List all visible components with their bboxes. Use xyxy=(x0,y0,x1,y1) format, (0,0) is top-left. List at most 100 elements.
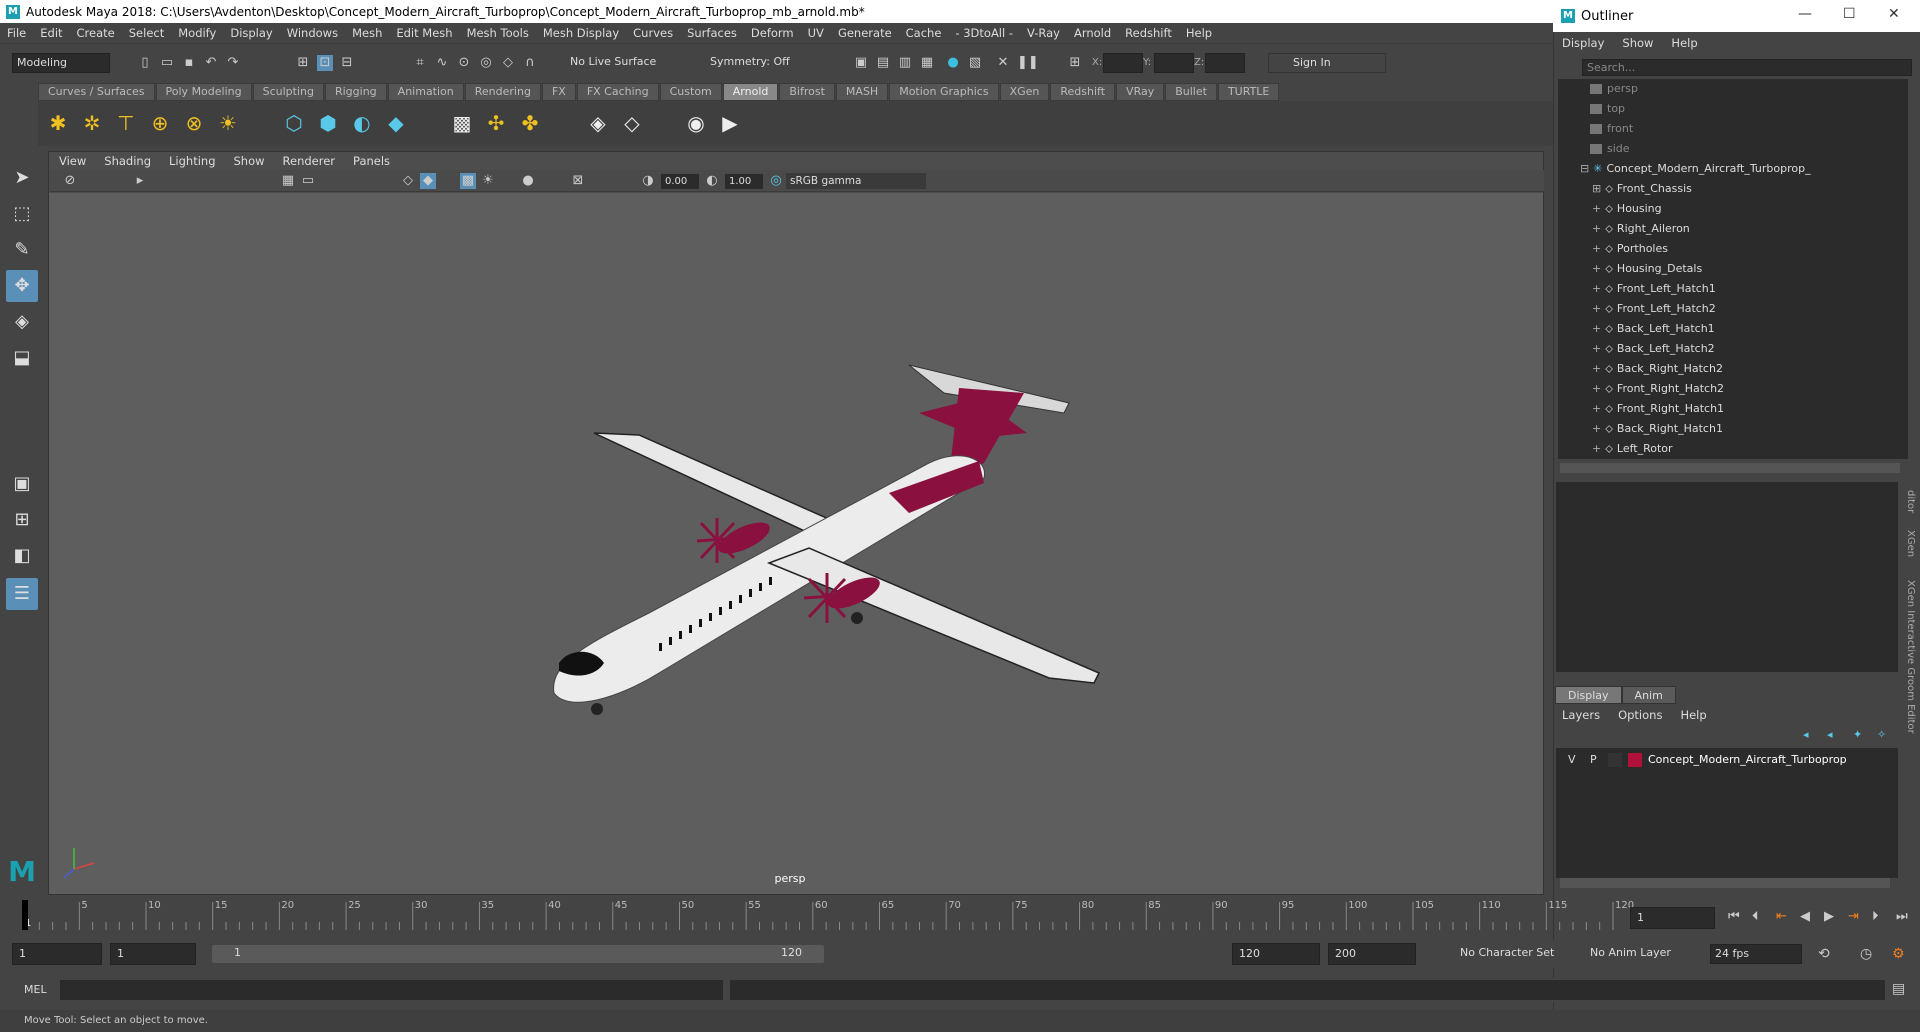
live-surface-field[interactable]: No Live Surface xyxy=(566,53,666,73)
layer-menu-help[interactable]: Help xyxy=(1671,705,1715,725)
menu-3dtoall[interactable]: - 3DtoAll - xyxy=(948,26,1020,40)
layer-color-swatch[interactable] xyxy=(1628,753,1642,767)
tree-item-front-right-hatch2[interactable]: + ⬦ Front_Right_Hatch2 xyxy=(1592,379,1920,399)
shelf-tab-arnold[interactable]: Arnold xyxy=(722,83,779,101)
menu-redshift[interactable]: Redshift xyxy=(1118,26,1179,40)
menu-select[interactable]: Select xyxy=(122,26,171,40)
tree-item-root[interactable]: ⊟ ✳ Concept_Modern_Aircraft_Turboprop_ xyxy=(1580,159,1920,179)
photometric-light-icon[interactable]: ⊤ xyxy=(112,109,140,137)
select-hierarchy-icon[interactable]: ⊞ xyxy=(295,55,311,71)
colorspace-dropdown[interactable]: sRGB gamma xyxy=(786,173,926,189)
vp-menu-renderer[interactable]: Renderer xyxy=(274,152,345,170)
expand-icon[interactable]: + xyxy=(1592,342,1601,355)
play-backward-icon[interactable]: ◀ xyxy=(1800,909,1810,924)
menu-file[interactable]: File xyxy=(0,26,33,40)
arnold-render-view-icon[interactable]: ◉ xyxy=(682,109,710,137)
shelf-tab-curves-surfaces[interactable]: Curves / Surfaces xyxy=(38,83,155,101)
menu-help[interactable]: Help xyxy=(1179,26,1219,40)
wireframe-icon[interactable]: ◇ xyxy=(400,173,416,189)
loop-icon[interactable]: ⟲ xyxy=(1818,946,1830,962)
expand-icon[interactable]: + xyxy=(1592,222,1601,235)
shelf-tab-custom[interactable]: Custom xyxy=(659,83,722,101)
z-field[interactable] xyxy=(1205,53,1245,73)
playback-end-field[interactable]: 120 xyxy=(1232,943,1320,965)
outliner-menu-display[interactable]: Display xyxy=(1553,36,1613,50)
play-forward-icon[interactable]: ▶ xyxy=(1824,909,1834,924)
menu-windows[interactable]: Windows xyxy=(280,26,345,40)
menu-edit[interactable]: Edit xyxy=(33,26,69,40)
render-settings-icon[interactable]: ▦ xyxy=(919,55,935,71)
snap-curve-icon[interactable]: ∿ xyxy=(434,55,450,71)
new-layer-selected-icon[interactable]: ✧ xyxy=(1877,728,1886,741)
textured-icon[interactable]: ▩ xyxy=(460,173,476,189)
new-scene-icon[interactable]: ▯ xyxy=(137,55,153,71)
tree-item-housing-detals[interactable]: + ⬦ Housing_Detals xyxy=(1592,259,1920,279)
menu-generate[interactable]: Generate xyxy=(831,26,899,40)
expand-icon[interactable]: + xyxy=(1592,422,1601,435)
menu-mesh[interactable]: Mesh xyxy=(345,26,389,40)
x-field[interactable] xyxy=(1103,53,1143,73)
y-field[interactable] xyxy=(1154,53,1194,73)
expand-icon[interactable]: + xyxy=(1592,262,1601,275)
snap-grid-icon[interactable]: ⌗ xyxy=(412,55,428,71)
outliner-search-input[interactable]: Search... xyxy=(1582,59,1912,76)
render-current-icon[interactable]: ▣ xyxy=(853,55,869,71)
snap-view-icon[interactable]: ◎ xyxy=(478,55,494,71)
shelf-tab-animation[interactable]: Animation xyxy=(387,83,464,101)
shelf-tab-rigging[interactable]: Rigging xyxy=(324,83,387,101)
render-view-shelf-icon[interactable]: ◈ xyxy=(584,109,612,137)
menu-vray[interactable]: V-Ray xyxy=(1020,26,1067,40)
tree-item-top[interactable]: top xyxy=(1590,99,1920,119)
range-slider[interactable]: 1 120 xyxy=(212,945,824,963)
playback-start-field[interactable]: 1 xyxy=(110,943,196,965)
new-layer-icon[interactable]: ✦ xyxy=(1853,728,1862,741)
shelf-tab-sculpting[interactable]: Sculpting xyxy=(252,83,324,101)
close-icon[interactable]: ✕ xyxy=(1888,6,1900,22)
expand-icon[interactable]: ⊞ xyxy=(1592,182,1601,195)
expand-icon[interactable]: + xyxy=(1592,382,1601,395)
layer-playback[interactable]: P xyxy=(1590,753,1597,766)
next-key-icon[interactable]: ⇥ xyxy=(1848,909,1859,924)
shelf-tab-rendering[interactable]: Rendering xyxy=(464,83,541,101)
side-tab-xgen-groom[interactable]: XGen Interactive Groom Editor xyxy=(1905,580,1916,734)
tree-item-persp[interactable]: persp xyxy=(1590,79,1920,99)
layer-menu-options[interactable]: Options xyxy=(1609,705,1671,725)
lights-icon[interactable]: ☀ xyxy=(480,173,496,189)
export-standin-icon[interactable]: ⬢ xyxy=(314,109,342,137)
pause-icon[interactable]: ❚❚ xyxy=(1017,55,1039,71)
auto-key-icon[interactable]: ◷ xyxy=(1860,946,1872,962)
curve-collector-icon[interactable]: ◐ xyxy=(348,109,376,137)
tree-item-back-left-hatch2[interactable]: + ⬦ Back_Left_Hatch2 xyxy=(1592,339,1920,359)
fps-dropdown[interactable]: 24 fps xyxy=(1710,944,1802,964)
step-back-icon[interactable]: ⏴ xyxy=(1752,909,1759,924)
volume-icon[interactable]: ◆ xyxy=(382,109,410,137)
menu-mesh-display[interactable]: Mesh Display xyxy=(536,26,626,40)
tree-item-front-left-hatch2[interactable]: + ⬦ Front_Left_Hatch2 xyxy=(1592,299,1920,319)
shelf-tab-turtle[interactable]: TURTLE xyxy=(1217,83,1280,101)
menu-deform[interactable]: Deform xyxy=(744,26,801,40)
layer-row[interactable]: V P Concept_Modern_Aircraft_Turboprop xyxy=(1556,750,1896,770)
menu-surfaces[interactable]: Surfaces xyxy=(680,26,744,40)
symmetry-dropdown[interactable]: Symmetry: Off xyxy=(706,53,804,73)
time-slider[interactable]: 1 5 10 15 20 25 30 35 40 45 50 55 60 65 70 75 80 85 90 95 1… xyxy=(0,898,1634,938)
move-tool-icon[interactable]: ✥ xyxy=(6,270,38,302)
vp-menu-show[interactable]: Show xyxy=(225,152,274,170)
film-gate-icon[interactable]: ▭ xyxy=(300,173,316,189)
outliner-layout-icon[interactable]: ☰ xyxy=(6,578,38,610)
tree-item-back-right-hatch2[interactable]: + ⬦ Back_Right_Hatch2 xyxy=(1592,359,1920,379)
layer-menu-layers[interactable]: Layers xyxy=(1553,705,1609,725)
anim-prefs-icon[interactable]: ⚙ xyxy=(1892,946,1905,962)
shelf-tab-xgen[interactable]: XGen xyxy=(999,83,1050,101)
flush-caches-icon[interactable]: ▩ xyxy=(448,109,476,137)
snap-surface-icon[interactable]: ◇ xyxy=(500,55,516,71)
go-to-start-icon[interactable]: ⏮ xyxy=(1728,909,1740,924)
collapse-icon[interactable]: ⊟ xyxy=(1580,162,1589,175)
gamma-icon[interactable]: ◐ xyxy=(704,173,720,189)
expand-icon[interactable]: + xyxy=(1592,302,1601,315)
tx-manager-icon[interactable]: ✣ xyxy=(482,109,510,137)
tree-item-front-right-hatch1[interactable]: + ⬦ Front_Right_Hatch1 xyxy=(1592,399,1920,419)
expand-icon[interactable]: + xyxy=(1592,282,1601,295)
shelf-tab-bifrost[interactable]: Bifrost xyxy=(779,83,835,101)
rotate-tool-icon[interactable]: ◈ xyxy=(6,306,38,338)
tree-item-front-chassis[interactable]: ⊞ ⬦ Front_Chassis xyxy=(1592,179,1920,199)
